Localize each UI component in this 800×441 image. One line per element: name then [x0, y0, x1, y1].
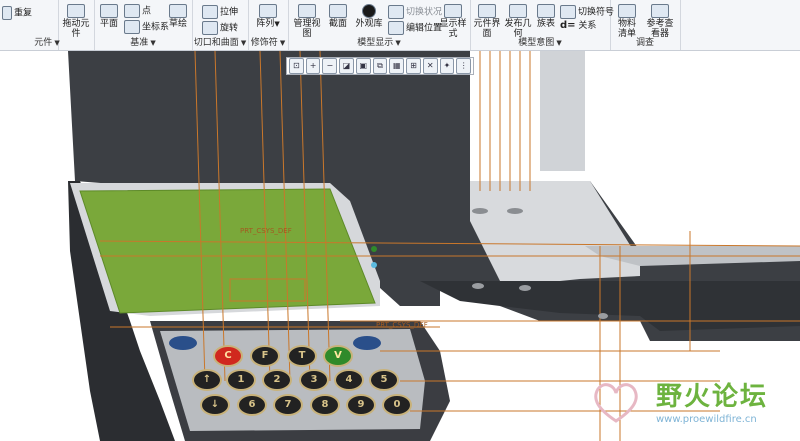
housing-hole	[472, 283, 484, 289]
perspective-icon[interactable]: ⊞	[406, 58, 421, 74]
annotation-display-icon[interactable]: ⋮	[456, 58, 472, 74]
keypad-key-arrow-up: ↑	[192, 369, 222, 391]
keypad-key: T	[287, 345, 317, 367]
manage-views-button[interactable]: 管理视图	[292, 4, 322, 39]
repaint-icon[interactable]: ◪	[339, 58, 354, 74]
edit-position-button[interactable]: 编辑位置	[388, 21, 442, 35]
extrude-button[interactable]: 拉伸	[202, 5, 238, 19]
keypad-key: 7	[273, 394, 303, 416]
group-label-cut-surface[interactable]: 切口和曲面 ▼	[192, 38, 248, 49]
watermark-title: 野火论坛	[656, 382, 769, 412]
refit-icon[interactable]: ⊡	[289, 58, 304, 74]
housing-hole	[519, 285, 531, 291]
point-icon	[124, 4, 140, 18]
watermark-url: www.proewildfire.cn	[656, 414, 757, 425]
group-label-modifier[interactable]: 修饰符 ▼	[248, 38, 288, 49]
spin-center-icon[interactable]: ✦	[439, 58, 455, 74]
display-style-button[interactable]: 显示样式	[438, 4, 468, 39]
keypad-key-arrow-down: ↓	[200, 394, 230, 416]
bom-button[interactable]: 物料清单	[614, 4, 640, 39]
plane-icon	[100, 4, 118, 18]
interface-icon	[478, 4, 496, 18]
keypad-key: 9	[346, 394, 376, 416]
family-table-button[interactable]: 族表	[534, 4, 558, 29]
sphere-icon	[362, 4, 376, 18]
csys-icon	[124, 20, 140, 34]
display-style-icon	[444, 4, 462, 18]
redo-button[interactable]: 重复	[2, 6, 32, 20]
keypad-key: 1	[226, 369, 256, 391]
symbol-icon	[560, 5, 576, 19]
pcb-board	[79, 188, 376, 314]
keypad-key: 5	[369, 369, 399, 391]
publish-icon	[509, 4, 527, 18]
group-label-datum[interactable]: 基准 ▼	[94, 38, 192, 49]
redo-icon	[2, 6, 12, 20]
component-interface-button[interactable]: 元件界面	[472, 4, 502, 39]
keypad-key: 3	[299, 369, 329, 391]
keypad-key: 0	[382, 394, 412, 416]
keypad-key: C	[213, 345, 243, 367]
pattern-icon	[259, 4, 277, 18]
nav-key-right	[353, 336, 381, 350]
revolve-button[interactable]: 旋转	[202, 21, 238, 35]
csys-label: PRT_CSYS_DEF	[240, 227, 292, 235]
bom-icon	[618, 4, 636, 18]
csys-label: PRT_CSYS_DEF	[376, 321, 428, 329]
housing-hole	[472, 208, 488, 214]
section-button[interactable]: 截面	[324, 4, 352, 29]
keypad-key: 2	[262, 369, 292, 391]
drag-component-button[interactable]: 拖动元件	[60, 4, 92, 39]
reference-viewer-button[interactable]: 参考查看器	[644, 4, 676, 39]
publish-geometry-button[interactable]: 发布几何	[503, 4, 533, 39]
keypad-key: V	[323, 345, 353, 367]
datum-display-icon[interactable]: ✕	[422, 58, 438, 74]
keypad-key: 4	[334, 369, 364, 391]
point-button[interactable]: 点	[124, 4, 151, 18]
csys-marker	[371, 262, 377, 268]
revolve-icon	[202, 21, 218, 35]
relations-icon: d=	[560, 20, 576, 31]
housing-hole	[507, 208, 523, 214]
keypad-key: 6	[237, 394, 267, 416]
table-icon	[537, 4, 555, 18]
housing-hole	[598, 313, 608, 319]
extrude-icon	[202, 5, 218, 19]
keypad-key: F	[250, 345, 280, 367]
sketch-icon	[169, 4, 187, 18]
forum-logo-icon	[594, 383, 638, 423]
ribbon: 重复 拖动元件 元件 ▼ 平面 点 坐标系 草绘 基准 ▼ 拉伸 旋转 切口和曲面 ▼	[0, 0, 800, 51]
group-label-component[interactable]: 元件 ▼	[0, 38, 94, 49]
move-icon	[388, 21, 404, 35]
reference-icon	[651, 4, 669, 18]
csys-marker	[371, 246, 377, 252]
section-icon	[329, 4, 347, 18]
plane-button[interactable]: 平面	[96, 4, 122, 29]
switch-state-button[interactable]: 切换状况	[388, 5, 442, 19]
housing-wall	[540, 51, 585, 171]
coord-sys-button[interactable]: 坐标系	[124, 20, 169, 34]
zoom-out-icon[interactable]: −	[322, 58, 338, 74]
zoom-in-icon[interactable]: +	[305, 58, 321, 74]
switch-state-icon	[388, 5, 404, 19]
group-label-model-intent[interactable]: 模型意图 ▼	[470, 38, 610, 49]
nav-key-left	[169, 336, 197, 350]
sketch-button[interactable]: 草绘	[166, 4, 190, 29]
graphics-viewport[interactable]: PRT_CSYS_DEF PRT_CSYS_DEF C F T V ↑ 1 2 …	[0, 51, 800, 441]
switch-symbol-button[interactable]: 切换符号	[560, 5, 614, 19]
view-manager-icon[interactable]: ▦	[389, 58, 405, 74]
relations-button[interactable]: d= 关系	[560, 20, 596, 32]
saved-orientations-icon[interactable]: ⧉	[372, 58, 388, 74]
pattern-button[interactable]: 阵列▼	[252, 4, 284, 29]
hand-icon	[67, 4, 85, 18]
group-label-model-display[interactable]: 模型显示 ▼	[288, 38, 470, 49]
views-icon	[298, 4, 316, 18]
group-label-investigate: 调查	[635, 38, 654, 48]
keypad-key: 8	[310, 394, 340, 416]
appearance-button[interactable]: 外观库	[354, 4, 384, 29]
view-toolbar: ⊡ + − ◪ ▣ ⧉ ▦ ⊞ ✕ ✦ ⋮	[286, 57, 474, 75]
display-style-icon[interactable]: ▣	[355, 58, 371, 74]
